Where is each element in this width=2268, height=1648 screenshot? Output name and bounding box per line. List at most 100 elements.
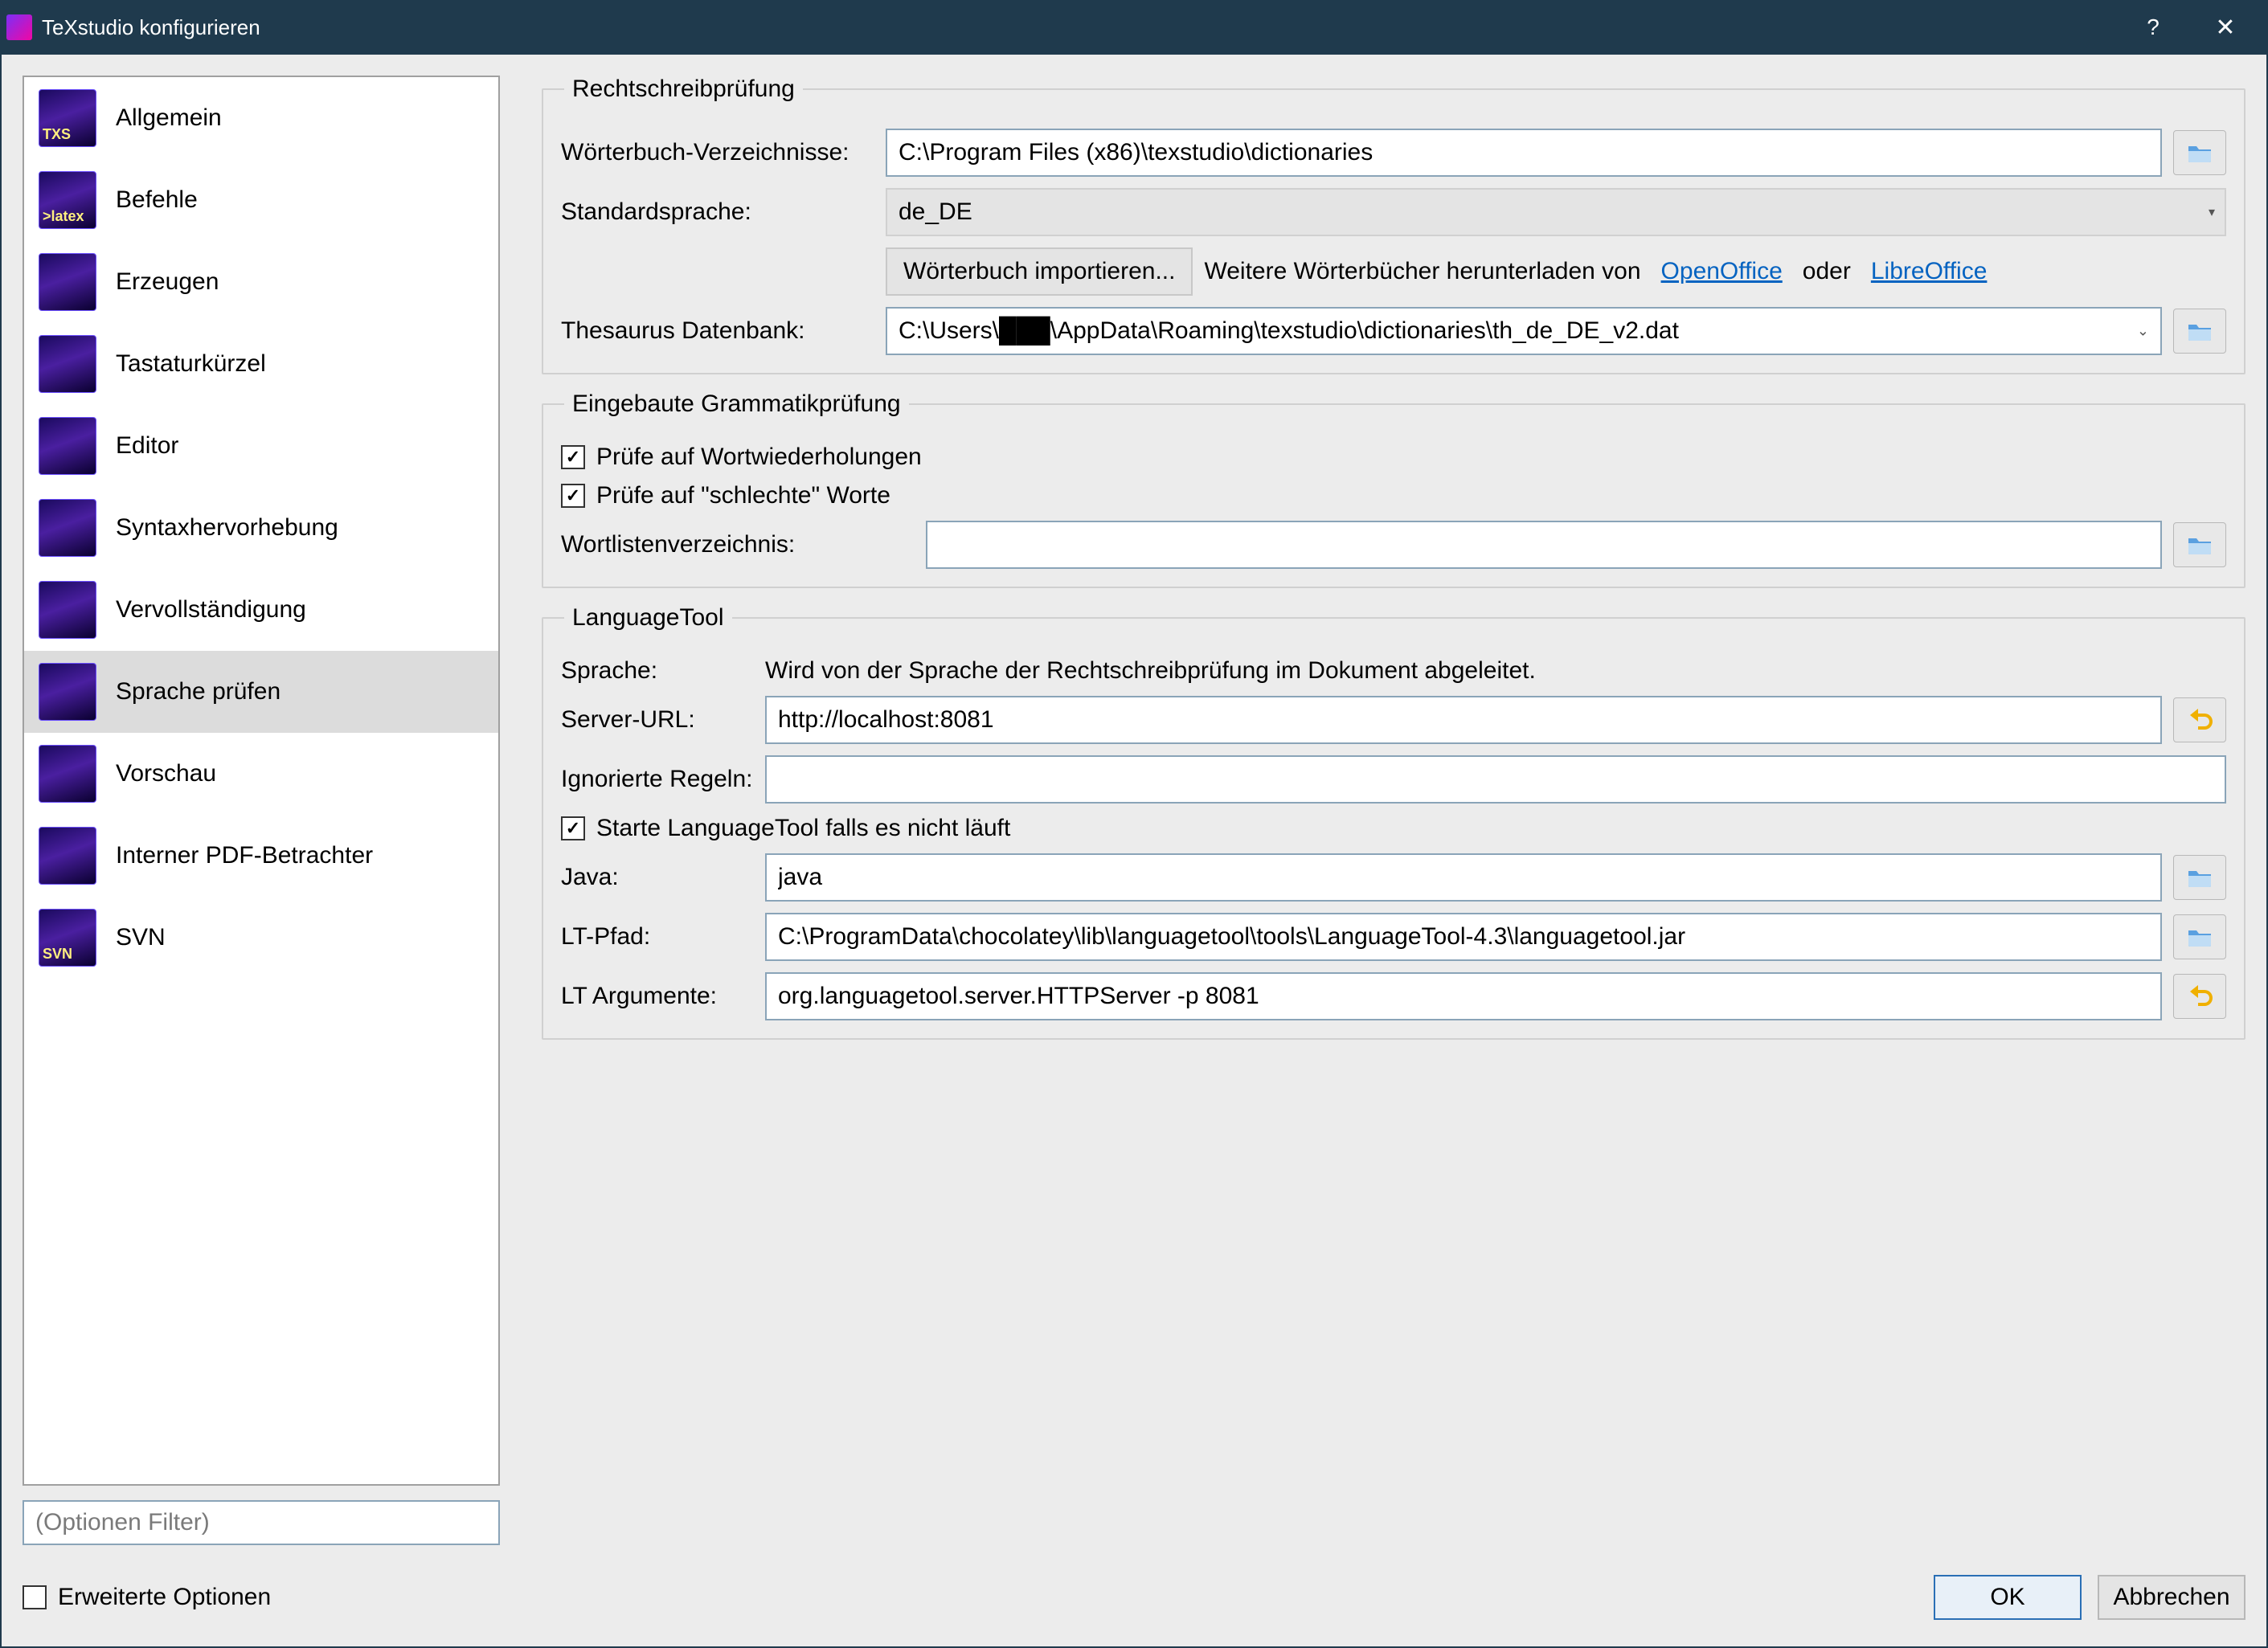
thesaurus-combo[interactable]: C:\Users\███\AppData\Roaming\texstudio\d… <box>886 307 2162 355</box>
lt-args-reset-button[interactable] <box>2173 974 2226 1019</box>
lt-lang-value: Wird von der Sprache der Rechtschreibprü… <box>765 657 1536 685</box>
folder-open-icon <box>2187 141 2213 164</box>
sidebar-icon-allgemein <box>39 89 96 147</box>
lt-start-label: Starte LanguageTool falls es nicht läuft <box>596 815 1010 842</box>
sidebar-item-vorschau[interactable]: Vorschau <box>24 733 498 815</box>
dict-dirs-browse-button[interactable] <box>2173 130 2226 175</box>
default-lang-value: de_DE <box>899 198 972 226</box>
sidebar-item-tastatur[interactable]: Tastaturkürzel <box>24 323 498 405</box>
lt-server-reset-button[interactable] <box>2173 697 2226 742</box>
lt-path-input[interactable] <box>765 913 2162 961</box>
thesaurus-label: Thesaurus Datenbank: <box>561 317 874 345</box>
sidebar-item-editor[interactable]: Editor <box>24 405 498 487</box>
lt-server-input[interactable] <box>765 696 2162 744</box>
lt-java-browse-button[interactable] <box>2173 855 2226 900</box>
wordlist-label: Wortlistenverzeichnis: <box>561 531 915 558</box>
cancel-button[interactable]: Abbrechen <box>2098 1575 2245 1620</box>
thesaurus-value: C:\Users\███\AppData\Roaming\texstudio\d… <box>899 317 1679 345</box>
lt-ignored-label: Ignorierte Regeln: <box>561 766 754 793</box>
sidebar-icon-tastatur <box>39 335 96 393</box>
sidebar-item-befehle[interactable]: Befehle <box>24 159 498 241</box>
undo-arrow-icon <box>2187 709 2213 731</box>
sidebar-icon-editor <box>39 417 96 475</box>
lt-start-checkbox[interactable] <box>561 816 585 840</box>
badwords-checkbox[interactable] <box>561 484 585 508</box>
lt-java-input[interactable] <box>765 853 2162 902</box>
folder-open-icon <box>2187 926 2213 948</box>
import-dict-button[interactable]: Wörterbuch importieren... <box>886 247 1193 296</box>
lt-server-label: Server-URL: <box>561 706 754 734</box>
lt-path-browse-button[interactable] <box>2173 914 2226 959</box>
sidebar-icon-syntax <box>39 499 96 557</box>
category-sidebar: Allgemein Befehle Erzeugen Tastaturkürze… <box>23 76 500 1486</box>
titlebar: TeXstudio konfigurieren ? ✕ <box>0 0 2268 55</box>
default-lang-combo[interactable]: de_DE ▾ <box>886 188 2226 236</box>
options-filter-input[interactable] <box>23 1500 500 1545</box>
sidebar-item-allgemein[interactable]: Allgemein <box>24 77 498 159</box>
lt-args-label: LT Argumente: <box>561 983 754 1010</box>
spellcheck-legend: Rechtschreibprüfung <box>564 76 803 103</box>
default-lang-label: Standardsprache: <box>561 198 874 226</box>
sidebar-item-erzeugen[interactable]: Erzeugen <box>24 241 498 323</box>
folder-open-icon <box>2187 534 2213 556</box>
sidebar-label: Allgemein <box>116 104 222 132</box>
lt-ignored-input[interactable] <box>765 755 2226 804</box>
sidebar-icon-befehle <box>39 171 96 229</box>
sidebar-item-vervoll[interactable]: Vervollständigung <box>24 569 498 651</box>
sidebar-item-pdf[interactable]: Interner PDF-Betrachter <box>24 815 498 897</box>
sidebar-icon-pdf <box>39 827 96 885</box>
chevron-down-icon: ▾ <box>2209 204 2215 220</box>
wordlist-input[interactable] <box>926 521 2162 569</box>
badwords-label: Prüfe auf "schlechte" Worte <box>596 482 890 509</box>
dialog-button-bar: Erweiterte Optionen OK Abbrechen <box>23 1569 2245 1626</box>
sidebar-label: Befehle <box>116 186 198 214</box>
sidebar-label: Sprache prüfen <box>116 678 280 705</box>
sidebar-label: SVN <box>116 924 166 951</box>
download-dict-info: Weitere Wörterbücher herunterladen von O… <box>1204 258 1987 285</box>
repetition-checkbox[interactable] <box>561 445 585 469</box>
languagetool-group: LanguageTool Sprache: Wird von der Sprac… <box>542 604 2245 1040</box>
sidebar-label: Syntaxhervorhebung <box>116 514 338 542</box>
window-title: TeXstudio konfigurieren <box>42 15 260 40</box>
client-area: Allgemein Befehle Erzeugen Tastaturkürze… <box>0 55 2268 1648</box>
undo-arrow-icon <box>2187 985 2213 1008</box>
sidebar-item-sprache[interactable]: Sprache prüfen <box>24 651 498 733</box>
sidebar-icon-vorschau <box>39 745 96 803</box>
sidebar-item-svn[interactable]: SVN <box>24 897 498 979</box>
lt-path-label: LT-Pfad: <box>561 923 754 951</box>
sidebar-icon-svn <box>39 909 96 967</box>
chevron-down-icon: ⌄ <box>2137 323 2149 340</box>
dict-dirs-input[interactable] <box>886 129 2162 177</box>
sidebar-label: Vorschau <box>116 760 216 787</box>
grammar-group: Eingebaute Grammatikprüfung Prüfe auf Wo… <box>542 391 2245 588</box>
close-button[interactable]: ✕ <box>2189 0 2262 55</box>
dict-dirs-label: Wörterbuch-Verzeichnisse: <box>561 139 874 166</box>
sidebar-label: Editor <box>116 432 178 460</box>
openoffice-link[interactable]: OpenOffice <box>1661 258 1783 284</box>
content-panel: Rechtschreibprüfung Wörterbuch-Verzeichn… <box>542 76 2245 1545</box>
repetition-label: Prüfe auf Wortwiederholungen <box>596 444 922 471</box>
sidebar-icon-sprache <box>39 663 96 721</box>
thesaurus-browse-button[interactable] <box>2173 309 2226 354</box>
folder-open-icon <box>2187 320 2213 342</box>
sidebar-label: Tastaturkürzel <box>116 350 266 378</box>
sidebar-icon-erzeugen <box>39 253 96 311</box>
grammar-legend: Eingebaute Grammatikprüfung <box>564 391 909 418</box>
sidebar-label: Interner PDF-Betrachter <box>116 842 373 869</box>
ok-button[interactable]: OK <box>1934 1575 2082 1620</box>
sidebar-label: Erzeugen <box>116 268 219 296</box>
sidebar-icon-vervoll <box>39 581 96 639</box>
folder-open-icon <box>2187 866 2213 889</box>
languagetool-legend: LanguageTool <box>564 604 732 632</box>
app-icon <box>6 14 32 40</box>
help-button[interactable]: ? <box>2117 0 2189 55</box>
sidebar-item-syntax[interactable]: Syntaxhervorhebung <box>24 487 498 569</box>
lt-args-input[interactable] <box>765 972 2162 1020</box>
lt-java-label: Java: <box>561 864 754 891</box>
libreoffice-link[interactable]: LibreOffice <box>1871 258 1988 284</box>
advanced-label: Erweiterte Optionen <box>58 1584 271 1611</box>
wordlist-browse-button[interactable] <box>2173 522 2226 567</box>
advanced-checkbox[interactable] <box>23 1585 47 1609</box>
config-window: TeXstudio konfigurieren ? ✕ Allgemein Be… <box>0 0 2268 1648</box>
sidebar-label: Vervollständigung <box>116 596 306 624</box>
